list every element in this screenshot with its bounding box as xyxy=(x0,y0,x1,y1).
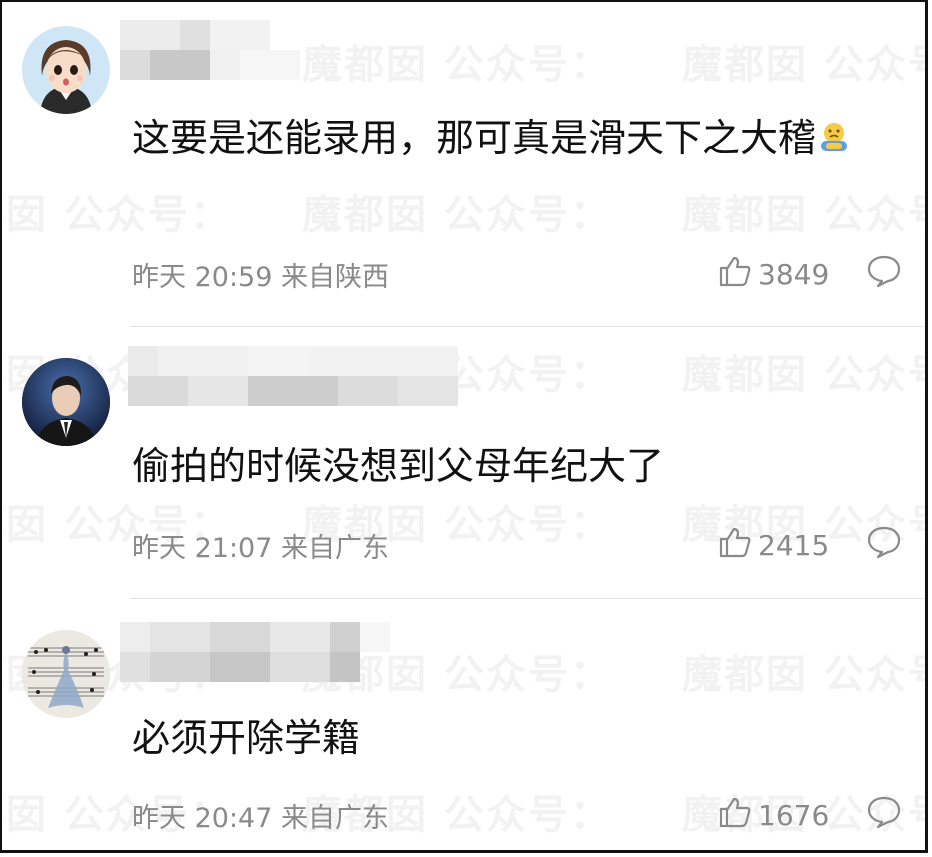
like-count: 2415 xyxy=(758,529,830,562)
comment-text-content: 这要是还能录用，那可真是滑天下之大稽 xyxy=(132,116,817,160)
comment-text: 必须开除学籍 xyxy=(132,710,892,766)
comment-item: 必须开除学籍 昨天 20:47 来自广东 1676 xyxy=(2,600,925,850)
comment-item: 偷拍的时候没想到父母年纪大了 昨天 21:07 来自广东 2415 xyxy=(2,328,925,600)
divider xyxy=(130,598,925,599)
comment-text-content: 必须开除学籍 xyxy=(132,716,361,760)
comment-item: 这要是还能录用，那可真是滑天下之大稽 昨天 20:59 来自陕西 3849 xyxy=(2,2,925,328)
avatar[interactable] xyxy=(22,630,110,718)
divider xyxy=(130,326,925,327)
comment-meta: 昨天 21:07 来自广东 xyxy=(132,526,389,565)
comment-time: 昨天 21:07 xyxy=(132,533,273,564)
like-button[interactable]: 1676 xyxy=(718,795,829,836)
like-count: 1676 xyxy=(758,799,830,832)
comment-text: 偷拍的时候没想到父母年纪大了 xyxy=(132,438,892,494)
comment-meta: 昨天 20:47 来自广东 xyxy=(132,796,389,835)
comment-time: 昨天 20:59 xyxy=(132,262,273,293)
thumbs-up-icon xyxy=(718,525,752,566)
comment-location: 来自广东 xyxy=(281,803,389,834)
thumbs-up-icon xyxy=(718,795,752,836)
emoji-icon xyxy=(816,114,852,151)
comment-meta: 昨天 20:59 来自陕西 xyxy=(132,255,389,294)
like-button[interactable]: 2415 xyxy=(718,525,829,566)
avatar[interactable] xyxy=(22,26,110,114)
avatar[interactable] xyxy=(22,358,110,446)
comment-location: 来自广东 xyxy=(281,533,389,564)
like-count: 3849 xyxy=(758,258,830,291)
comment-list: 魔都囡 公众号： 魔都囡 公众号： 魔都囡 公众号： 魔都囡 公众号： 魔都囡 … xyxy=(0,0,928,853)
username-blurred[interactable] xyxy=(120,622,420,682)
username-blurred[interactable] xyxy=(120,346,460,406)
username-blurred[interactable] xyxy=(120,20,370,80)
comment-bubble-icon[interactable] xyxy=(866,254,902,288)
comment-time: 昨天 20:47 xyxy=(132,803,273,834)
thumbs-up-icon xyxy=(718,254,752,295)
comment-bubble-icon[interactable] xyxy=(866,795,902,829)
comment-location: 来自陕西 xyxy=(281,262,389,293)
comment-text: 这要是还能录用，那可真是滑天下之大稽 xyxy=(132,110,892,166)
like-button[interactable]: 3849 xyxy=(718,254,829,295)
comment-text-content: 偷拍的时候没想到父母年纪大了 xyxy=(132,444,665,488)
comment-bubble-icon[interactable] xyxy=(866,525,902,559)
